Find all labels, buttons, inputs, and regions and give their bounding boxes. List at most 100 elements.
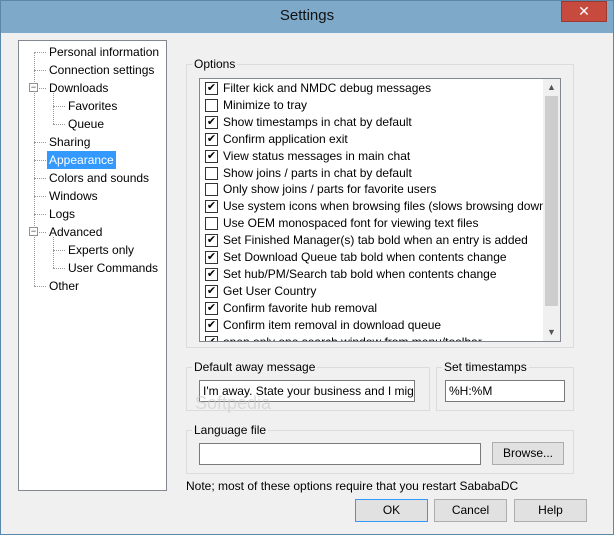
checkbox-checked-icon[interactable]: ✔	[205, 149, 218, 163]
options-scrollbar[interactable]: ▲ ▼	[543, 79, 560, 341]
checkbox-unchecked-icon[interactable]	[205, 98, 218, 112]
close-icon: ✕	[578, 3, 590, 19]
title-bar: Settings ✕	[1, 1, 613, 33]
tree-item-user-commands[interactable]: User Commands	[66, 259, 160, 277]
option-label: Minimize to tray	[223, 97, 308, 112]
option-item[interactable]: ✔ View status messages in main chat	[200, 148, 544, 165]
option-label: View status messages in main chat	[223, 148, 411, 163]
language-file-input[interactable]	[199, 443, 481, 465]
option-item[interactable]: Use OEM monospaced font for viewing text…	[200, 215, 544, 232]
option-label: Confirm favorite hub removal	[223, 300, 378, 315]
option-item[interactable]: ✔ Set Download Queue tab bold when conten…	[200, 249, 544, 266]
scroll-down-icon[interactable]: ▼	[543, 324, 560, 341]
tree-item-downloads[interactable]: Downloads	[47, 79, 110, 97]
option-label: Set Finished Manager(s) tab bold when an…	[223, 233, 528, 248]
settings-tree[interactable]: Personal information Connection settings D…	[18, 40, 167, 491]
tree-connector	[34, 52, 46, 53]
option-label: Use OEM monospaced font for viewing text…	[223, 216, 479, 231]
tree-guide-line	[53, 237, 54, 268]
dialog-client: Personal information Connection settings D…	[9, 33, 605, 528]
option-label: Confirm item removal in download queue	[223, 317, 442, 332]
checkbox-checked-icon[interactable]: ✔	[205, 335, 218, 341]
checkbox-checked-icon[interactable]: ✔	[205, 301, 218, 315]
timestamps-label: Set timestamps	[442, 360, 529, 374]
collapse-icon[interactable]: −	[29, 83, 38, 92]
option-label: open only one search window from menu/to…	[223, 334, 482, 342]
options-group-label: Options	[192, 57, 238, 71]
tree-connector	[34, 196, 46, 197]
away-message-label: Default away message	[192, 360, 318, 374]
tree-connector	[53, 106, 65, 107]
checkbox-checked-icon[interactable]: ✔	[205, 267, 218, 281]
tree-guide-line	[53, 93, 54, 124]
option-item[interactable]: ✔ Set hub/PM/Search tab bold when content…	[200, 266, 544, 283]
tree-item-connection-settings[interactable]: Connection settings	[47, 61, 156, 79]
tree-item-sharing[interactable]: Sharing	[47, 133, 92, 151]
checkbox-checked-icon[interactable]: ✔	[205, 82, 218, 95]
tree-item-personal-information[interactable]: Personal information	[47, 43, 161, 61]
option-label: Filter kick and NMDC debug messages	[223, 81, 432, 95]
tree-connector	[53, 124, 65, 125]
checkbox-checked-icon[interactable]: ✔	[205, 132, 218, 146]
option-item[interactable]: Show joins / parts in chat by default	[200, 165, 544, 182]
options-list[interactable]: ✔ open only one search window from menu/t…	[199, 78, 561, 342]
language-label: Language file	[192, 423, 269, 437]
tree-item-queue[interactable]: Queue	[66, 115, 106, 133]
collapse-icon[interactable]: −	[29, 227, 38, 236]
checkbox-unchecked-icon[interactable]	[205, 166, 218, 180]
option-label: Show timestamps in chat by default	[223, 114, 412, 129]
option-item[interactable]: ✔ Confirm favorite hub removal	[200, 300, 544, 317]
checkbox-checked-icon[interactable]: ✔	[205, 234, 218, 248]
tree-item-favorites[interactable]: Favorites	[66, 97, 119, 115]
option-item[interactable]: ✔ Use system icons when browsing files (s…	[200, 198, 560, 215]
ok-button[interactable]: OK	[355, 499, 428, 522]
tree-item-windows[interactable]: Windows	[47, 187, 100, 205]
checkbox-unchecked-icon[interactable]	[205, 217, 218, 231]
option-item[interactable]: ✔ Get User Country	[200, 283, 544, 300]
help-button[interactable]: Help	[514, 499, 587, 522]
option-item[interactable]: ✔ open only one search window from menu/t…	[200, 334, 544, 342]
checkbox-checked-icon[interactable]: ✔	[205, 200, 218, 214]
tree-item-colors-and-sounds[interactable]: Colors and sounds	[47, 169, 151, 187]
option-item[interactable]: ✔ Confirm application exit	[200, 131, 544, 148]
restart-note: Note; most of these options require that…	[186, 479, 519, 493]
scroll-up-icon[interactable]: ▲	[543, 79, 560, 96]
window-title: Settings	[279, 7, 335, 24]
tree-connector	[34, 214, 46, 215]
option-item[interactable]: ✔ Filter kick and NMDC debug messages	[200, 80, 544, 97]
option-item[interactable]: Minimize to tray	[200, 97, 544, 114]
option-item[interactable]: ✔ Show timestamps in chat by default	[200, 114, 544, 131]
option-label: Confirm application exit	[223, 131, 348, 146]
option-label: Use system icons when browsing files (sl…	[223, 199, 561, 214]
tree-connector	[53, 250, 65, 251]
option-label: Set Download Queue tab bold when content…	[223, 250, 507, 264]
close-button[interactable]: ✕	[561, 1, 607, 22]
option-item[interactable]: ✔ Confirm item removal in download queue	[200, 317, 544, 334]
timestamps-input[interactable]: %H:%M	[445, 380, 565, 402]
tree-connector	[34, 70, 46, 71]
option-label: Only show joins / parts for favorite use…	[223, 182, 437, 197]
tree-item-logs[interactable]: Logs	[47, 205, 77, 223]
checkbox-checked-icon[interactable]: ✔	[205, 318, 218, 332]
checkbox-checked-icon[interactable]: ✔	[205, 115, 218, 129]
checkbox-checked-icon[interactable]: ✔	[205, 251, 218, 264]
browse-button[interactable]: Browse...	[492, 442, 564, 465]
option-item[interactable]: ✔ Set Finished Manager(s) tab bold when a…	[200, 232, 544, 249]
appearance-panel: Options ✔ open only one search window fro…	[173, 40, 587, 493]
tree-item-other[interactable]: Other	[47, 277, 81, 295]
tree-connector	[34, 142, 46, 143]
checkbox-unchecked-icon[interactable]	[205, 183, 218, 197]
option-item[interactable]: Only show joins / parts for favorite use…	[200, 181, 544, 198]
tree-item-appearance[interactable]: Appearance	[47, 151, 116, 169]
watermark: Softpedia	[195, 393, 272, 413]
option-label: Set hub/PM/Search tab bold when contents…	[223, 266, 497, 281]
tree-connector	[34, 286, 46, 287]
tree-item-experts-only[interactable]: Experts only	[66, 241, 136, 259]
tree-item-advanced[interactable]: Advanced	[47, 223, 104, 241]
checkbox-checked-icon[interactable]: ✔	[205, 284, 218, 298]
option-label: Show joins / parts in chat by default	[223, 165, 412, 180]
cancel-button[interactable]: Cancel	[434, 499, 507, 522]
option-label: Get User Country	[223, 283, 317, 298]
tree-connector	[34, 178, 46, 179]
scroll-thumb[interactable]	[545, 96, 558, 306]
